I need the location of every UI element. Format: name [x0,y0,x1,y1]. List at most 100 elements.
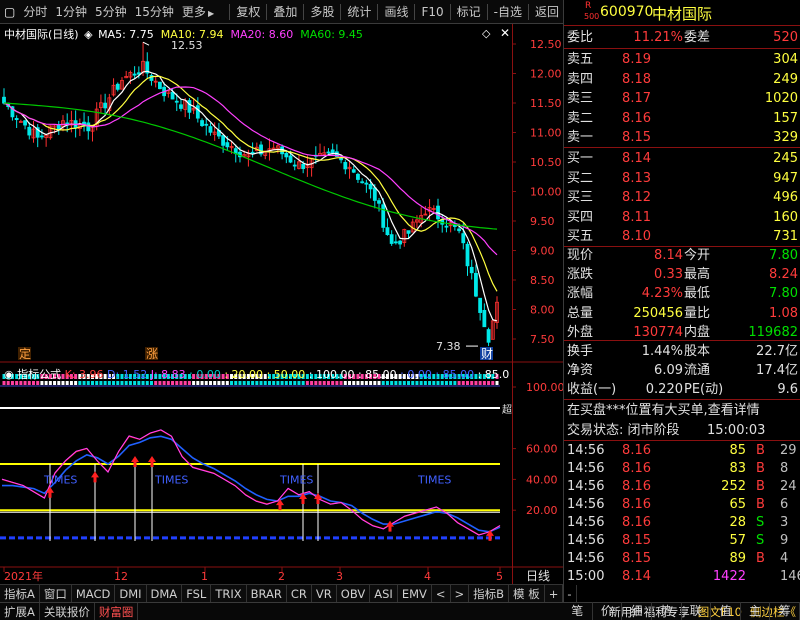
tick-price: 8.14 [622,569,651,584]
tick-row: 14:56 8.16 28 S 3 [564,513,800,532]
tab-fsl[interactable]: FSL [182,584,212,603]
ind-v8: : 85.0 [477,368,510,381]
tab-cr[interactable]: CR [287,584,312,603]
buy-label: 买四 [567,209,594,225]
candle-body [389,234,394,244]
draw-line-button[interactable]: 画线 [380,0,412,24]
panel-tab-1[interactable]: 价 [593,602,623,620]
tab-template[interactable]: 模 板 [509,584,545,603]
mark-button[interactable]: 标记 [453,0,485,24]
quote-label: 涨跌 [567,267,594,283]
chart-option-icon[interactable]: ◇ [482,27,490,40]
period-1min[interactable]: 1分钟 [51,0,91,24]
stat-value-2: 9.6 [777,382,798,398]
date-tick-label: 5 [496,570,503,583]
panel-tab-6[interactable]: 主 [741,602,771,620]
sell-level-3: 卖三 8.17 1020 [564,89,800,108]
sell-label: 卖二 [567,110,594,126]
quote-row-4: 外盘 130774 内盘 119682 [564,323,800,342]
candle-body [339,157,343,161]
tab-obv[interactable]: OBV [337,584,371,603]
tab-extend-a[interactable]: 扩展A [0,602,40,620]
period-more[interactable]: 更多 ▶ [178,0,218,24]
panel-tab-0[interactable]: 笔 [563,602,593,620]
zoom-in-button[interactable]: + [545,584,564,603]
marker-cai: 财 [481,347,493,361]
fuquan-button[interactable]: 复权 [232,0,264,24]
candle-body [326,151,331,154]
settings-icon[interactable]: ◈ [84,28,92,41]
tab-dma[interactable]: DMA [147,584,183,603]
panel-divider [564,340,800,341]
tab-vr[interactable]: VR [312,584,337,603]
buy-arrow-icon [91,471,99,483]
panel-tab-3[interactable]: 势 [652,602,682,620]
period-intraday[interactable]: 分时 [19,0,51,24]
tab-related-quote[interactable]: 关联报价 [40,602,95,620]
indicator-name[interactable]: 指标公式 [17,368,61,381]
overlay-button[interactable]: 叠加 [269,0,301,24]
candle-body [457,228,461,232]
candle-body [158,81,162,90]
panel-tab-5[interactable]: 值 [711,602,741,620]
f10-button[interactable]: F10 [417,0,447,24]
tab-asi[interactable]: ASI [370,584,398,603]
tab-dmi[interactable]: DMI [115,584,147,603]
panel-tab-7[interactable]: 筹 [770,602,800,620]
stat-value: 6.09 [654,363,683,379]
period-15min[interactable]: 15分钟 [131,0,178,24]
tab-macd[interactable]: MACD [72,584,116,603]
tab-trix[interactable]: TRIX [211,584,247,603]
tick-time: 15:00 [567,569,605,584]
candle-body [381,204,386,228]
stat-value: 0.220 [645,382,683,398]
back-button[interactable]: 返回 [531,0,563,24]
sell-price: 8.15 [622,130,651,145]
tab-indicator-b[interactable]: 指标B [469,584,510,603]
candle-body [288,155,293,163]
tab-next-icon[interactable]: > [451,584,470,603]
period-5min[interactable]: 5分钟 [91,0,131,24]
quote-panel: R 500 600970 中材国际 委比 11.21% 委差 520 卖五 8.19 304 卖四 8.… [563,0,800,602]
tab-wealth-circle[interactable]: 财富圈 [95,602,139,620]
tick-time: 14:56 [567,443,605,458]
j-value: J: 8.83 [150,368,186,381]
tab-indicator-a[interactable]: 指标A [0,584,40,603]
buy-arrow-icon [386,520,394,532]
chart-close-icon[interactable]: ✕ [500,26,510,40]
stats-row-1: 净资 6.09 流通 17.4亿 [564,361,800,380]
kline-chart[interactable]: 12.50 12.00 11.50 11.00 10.50 10.00 9.50 9.00 8.… [0,24,563,584]
tick-price: 8.16 [622,443,651,458]
stat-value-2: 22.7亿 [756,344,798,359]
stat-value-2: 17.4亿 [756,363,798,379]
times-label: TIMES [417,473,451,486]
sell-label: 卖一 [567,130,594,145]
sell-price: 8.16 [622,110,651,126]
big-order-notice[interactable]: 在买盘***位置有大买单,查看详情 [564,401,800,420]
tick-count: 24 [780,479,797,494]
chart-title: 中材国际(日线) [4,28,79,41]
tab-brar[interactable]: BRAR [247,584,287,603]
ma20-legend: MA20: 8.60 [230,28,294,41]
multi-stock-button[interactable]: 多股 [306,0,338,24]
tab-window[interactable]: 窗口 [40,584,72,603]
indicator-collapse-icon[interactable]: ◉ [4,368,14,381]
panel-tab-2[interactable]: 细 [622,602,652,620]
statistics-button[interactable]: 统计 [343,0,375,24]
tick-time: 14:56 [567,551,605,566]
weibi-value: 11.21% [633,30,683,45]
quote-value: 250456 [633,305,683,321]
panel-tab-4[interactable]: 联 [682,602,712,620]
buy-label: 买一 [567,151,594,166]
remove-watchlist-button[interactable]: -自选 [490,0,526,24]
candle-body [2,96,6,104]
price-tick-label: 8.50 [530,274,555,287]
candle-body [368,184,373,190]
tab-emv[interactable]: EMV [398,584,432,603]
tick-count: 9 [780,533,789,548]
main-chart-legend: 中材国际(日线) ◈ MA5: 7.75 MA10: 7.94 MA20: 8.… [4,26,363,42]
tick-side: B [756,461,765,476]
date-tick-label: 2 [278,570,285,583]
window-toggle-icon[interactable]: ▢ [0,0,19,24]
tab-prev-icon[interactable]: < [432,584,451,603]
